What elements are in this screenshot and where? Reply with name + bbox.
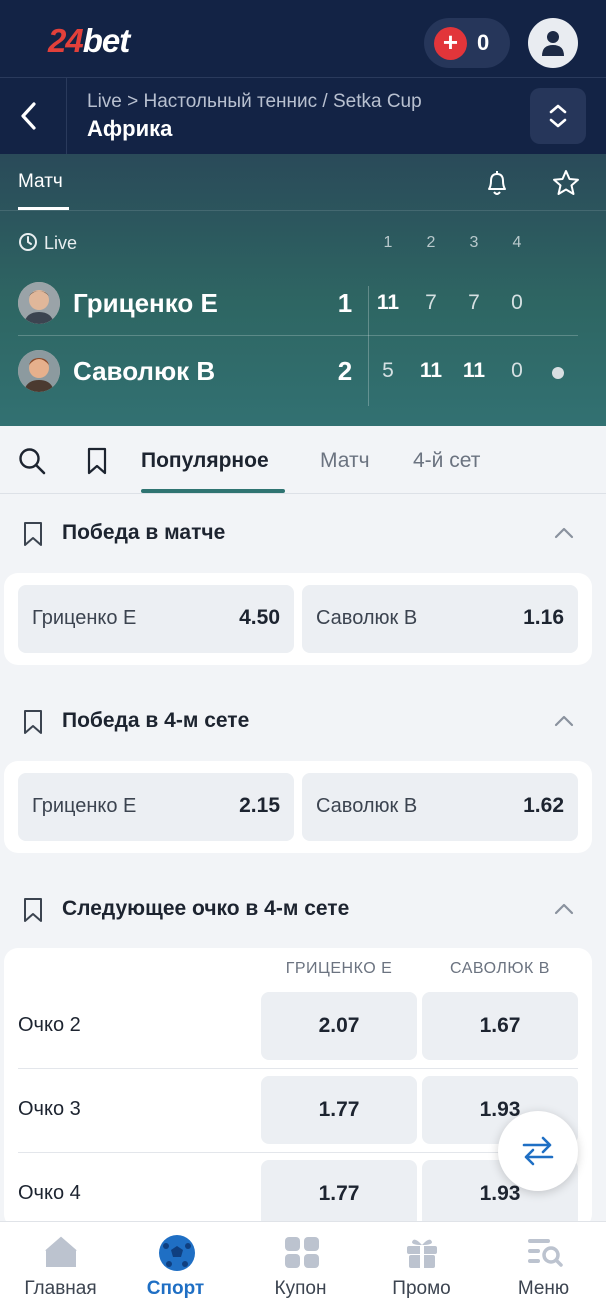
user-icon <box>542 31 564 56</box>
nav-sport[interactable]: Спорт <box>115 1222 236 1315</box>
logo[interactable]: 24bet <box>48 22 130 60</box>
set-header: 4 <box>512 234 522 251</box>
back-button[interactable] <box>14 98 44 134</box>
bottom-nav: Главная Спорт Купон Промо Меню <box>0 1221 606 1315</box>
expand-header-button[interactable] <box>530 88 586 144</box>
odds-button[interactable]: 1.77 <box>261 1160 417 1228</box>
set-header: 1 <box>383 234 393 251</box>
bookmark-icon[interactable] <box>22 709 44 735</box>
chevron-up-down-icon <box>549 104 567 128</box>
plus-icon: + <box>434 27 467 60</box>
chevron-up-icon[interactable] <box>552 712 576 730</box>
home-icon <box>45 1236 77 1267</box>
divider <box>368 286 369 406</box>
market-tabs: Популярное Матч 4-й сет <box>0 426 606 494</box>
market-title[interactable]: Победа в 4-м сете <box>62 709 249 733</box>
bookmark-icon[interactable] <box>22 897 44 923</box>
tab-indicator <box>141 489 285 493</box>
divider <box>66 78 67 155</box>
soccer-ball-icon <box>159 1235 195 1271</box>
bell-icon[interactable] <box>483 168 511 198</box>
player-total: 2 <box>337 356 353 386</box>
bookmark-icon[interactable] <box>22 521 44 547</box>
live-status: Live <box>18 232 77 254</box>
nav-coupon[interactable]: Купон <box>240 1222 361 1315</box>
bookmark-icon[interactable] <box>86 447 108 475</box>
chevron-up-icon[interactable] <box>552 524 576 542</box>
set-header: 3 <box>469 234 479 251</box>
scoreboard-tabs: Матч <box>0 154 606 211</box>
player-total: 1 <box>337 288 353 318</box>
page-title: Африка <box>87 116 173 141</box>
row-label: Очко 3 <box>18 1098 81 1120</box>
odds-button[interactable]: Саволюк В 1.16 <box>302 585 578 653</box>
menu-search-icon <box>528 1239 563 1267</box>
chevron-up-icon[interactable] <box>552 900 576 918</box>
divider <box>18 335 578 336</box>
tab-indicator <box>18 207 69 210</box>
odds-button[interactable]: Саволюк В 1.62 <box>302 773 578 841</box>
divider <box>18 1152 578 1153</box>
nav-home[interactable]: Главная <box>0 1222 121 1315</box>
tab-popular[interactable]: Популярное <box>141 449 269 473</box>
top-bar: 24bet + 0 <box>0 0 606 77</box>
tab-set-4[interactable]: 4-й сет <box>413 449 480 473</box>
scoreboard: Матч Live 1 2 3 4 Гриценко Е 1 11 7 7 0 … <box>0 154 606 426</box>
avatar <box>18 350 60 392</box>
set-score: 5 <box>382 359 394 382</box>
odds-button[interactable]: 1.77 <box>261 1076 417 1144</box>
search-icon[interactable] <box>17 446 47 476</box>
market-card: Гриценко Е 2.15 Саволюк В 1.62 <box>4 761 592 853</box>
balance-value: 0 <box>477 30 490 55</box>
serve-indicator <box>552 367 564 379</box>
set-score: 11 <box>376 291 400 314</box>
player-name: Гриценко Е <box>73 288 218 318</box>
coupon-icon <box>285 1237 319 1268</box>
gift-icon <box>407 1239 437 1268</box>
market-title[interactable]: Следующее очко в 4-м сете <box>62 897 349 921</box>
odds-button[interactable]: Гриценко Е 4.50 <box>18 585 294 653</box>
balance-button[interactable]: + 0 <box>424 18 510 68</box>
odds-button[interactable]: Гриценко Е 2.15 <box>18 773 294 841</box>
set-header: 2 <box>426 234 436 251</box>
player-name: Саволюк В <box>73 356 216 386</box>
swap-fab-button[interactable] <box>498 1111 578 1191</box>
swap-arrows-icon <box>522 1136 554 1166</box>
breadcrumb[interactable]: Live > Настольный теннис / Setka Cup <box>87 91 422 113</box>
set-score: 11 <box>419 359 443 382</box>
set-score: 0 <box>511 291 523 314</box>
odds-button[interactable]: 1.67 <box>422 992 578 1060</box>
nav-menu[interactable]: Меню <box>483 1222 604 1315</box>
tab-match[interactable]: Матч <box>18 171 63 193</box>
user-profile-button[interactable] <box>528 18 578 68</box>
chevron-left-icon <box>21 102 36 130</box>
nav-promo[interactable]: Промо <box>361 1222 482 1315</box>
clock-icon <box>19 233 37 251</box>
set-score: 7 <box>468 291 480 314</box>
odds-button[interactable]: 2.07 <box>261 992 417 1060</box>
set-score: 7 <box>425 291 437 314</box>
tab-match-markets[interactable]: Матч <box>320 449 370 473</box>
set-score: 0 <box>511 359 523 382</box>
row-label: Очко 4 <box>18 1182 81 1204</box>
set-score: 11 <box>462 359 486 382</box>
avatar <box>18 282 60 324</box>
match-header: Live > Настольный теннис / Setka Cup Афр… <box>0 77 606 155</box>
market-title[interactable]: Победа в матче <box>62 521 225 545</box>
market-card: Гриценко Е 4.50 Саволюк В 1.16 <box>4 573 592 665</box>
divider <box>18 1068 578 1069</box>
star-icon[interactable] <box>551 168 581 198</box>
row-label: Очко 2 <box>18 1014 81 1036</box>
column-header: ГРИЦЕНКО Е <box>285 960 393 977</box>
column-header: САВОЛЮК В <box>450 960 550 977</box>
